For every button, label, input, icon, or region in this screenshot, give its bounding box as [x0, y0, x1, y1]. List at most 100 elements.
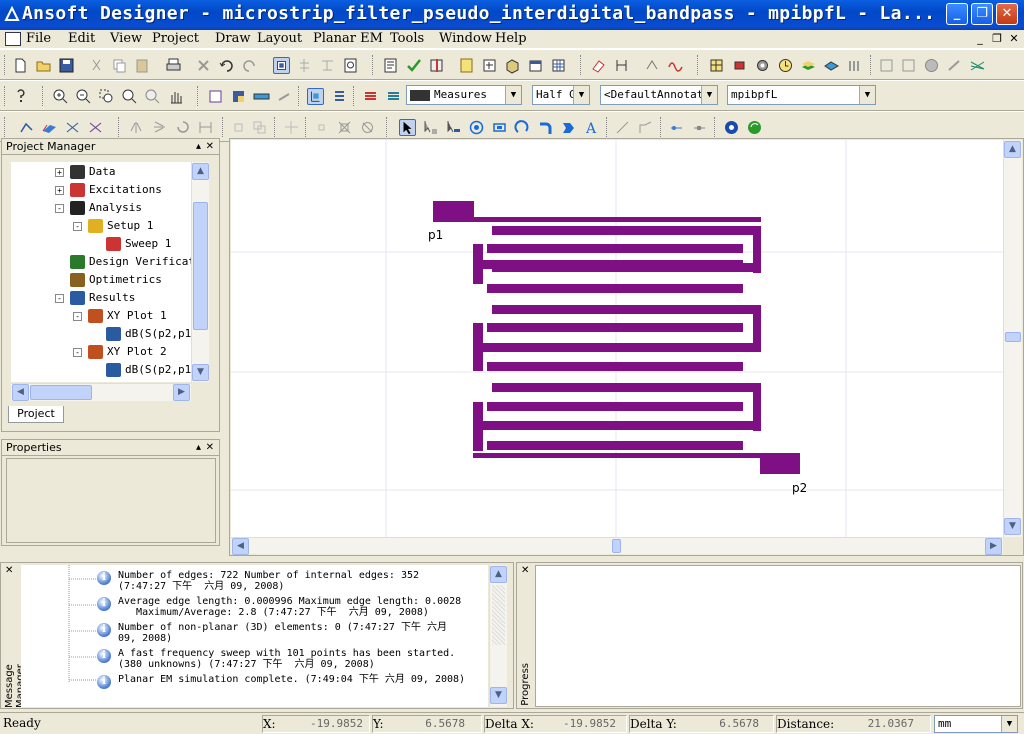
new-file-icon[interactable] — [12, 57, 29, 74]
snap-points-icon[interactable] — [283, 119, 300, 136]
scroll-left-icon[interactable]: ◀ — [12, 384, 29, 401]
square-icon[interactable] — [230, 119, 247, 136]
mesh-icon[interactable] — [969, 57, 986, 74]
pin-icon[interactable]: ▴ — [196, 139, 201, 154]
component-library-icon[interactable] — [708, 57, 725, 74]
arrow-tool-icon[interactable] — [276, 88, 293, 105]
select-edge-icon[interactable] — [445, 119, 462, 136]
microstrip-segment[interactable] — [473, 217, 761, 222]
delete-icon[interactable] — [195, 57, 212, 74]
scroll-down-icon[interactable]: ▼ — [1004, 518, 1021, 535]
align-icon[interactable] — [613, 57, 630, 74]
expand-icon[interactable]: + — [55, 185, 64, 195]
cut-icon[interactable] — [88, 57, 105, 74]
menu-layout[interactable]: Layout — [257, 31, 302, 46]
microstrip-segment[interactable] — [492, 383, 761, 392]
snap-select[interactable]: Half G ▼ — [532, 85, 590, 105]
recycle-icon[interactable] — [746, 119, 763, 136]
scroll-right-icon[interactable]: ▶ — [173, 384, 190, 401]
tree-item[interactable]: - XY Plot 2 — [73, 344, 167, 362]
collapse-icon[interactable]: - — [73, 347, 82, 357]
layout-window-icon[interactable] — [527, 57, 544, 74]
menu-draw[interactable]: Draw — [215, 31, 251, 46]
s-parameter-icon[interactable] — [878, 57, 895, 74]
rectangle-draw-icon[interactable] — [207, 88, 224, 105]
menu-project[interactable]: Project — [152, 31, 199, 46]
close-button[interactable]: ✕ — [996, 3, 1018, 25]
microstrip-segment[interactable] — [487, 441, 743, 450]
add-port-icon[interactable] — [18, 119, 35, 136]
layer-select[interactable]: Measures ▼ — [406, 85, 522, 105]
scroll-down-icon[interactable]: ▼ — [490, 687, 507, 704]
menu-planar-em[interactable]: Planar EM — [313, 31, 383, 46]
expand-icon[interactable]: + — [55, 167, 64, 177]
netlist-icon[interactable] — [342, 57, 359, 74]
select-mode-icon[interactable] — [273, 57, 290, 74]
zoom-area-icon[interactable] — [98, 88, 115, 105]
menu-window[interactable]: Window — [439, 31, 492, 46]
collapse-icon[interactable]: - — [73, 311, 82, 321]
annotation-select[interactable]: <DefaultAnnotati ▼ — [600, 85, 718, 105]
arc-draw-icon[interactable] — [514, 119, 531, 136]
solve-icon[interactable] — [723, 119, 740, 136]
component-icon[interactable] — [296, 57, 313, 74]
rotate-icon[interactable] — [174, 119, 191, 136]
canvas-horizontal-scrollbar[interactable]: ◀ ▶ — [231, 537, 1003, 555]
units-select[interactable]: mm ▼ — [934, 715, 1018, 733]
microstrip-segment[interactable] — [492, 305, 761, 314]
tree-horizontal-scrollbar[interactable]: ◀ ▶ — [11, 383, 191, 401]
undo-icon[interactable] — [218, 57, 235, 74]
microstrip-segment[interactable] — [492, 421, 761, 430]
menu-help[interactable]: Help — [495, 31, 527, 46]
flip-vertical-icon[interactable] — [151, 119, 168, 136]
menu-edit[interactable]: Edit — [68, 31, 95, 46]
layout-drawing[interactable]: p1 p2 — [231, 140, 1003, 537]
scroll-up-icon[interactable]: ▲ — [1004, 141, 1021, 158]
microstrip-segment[interactable] — [473, 453, 761, 458]
microstrip-segment[interactable] — [492, 263, 761, 272]
validate-icon[interactable] — [405, 57, 422, 74]
tree-item[interactable]: dB(S(p2,p1 — [91, 362, 191, 380]
ports-icon[interactable] — [846, 57, 863, 74]
wire-icon[interactable] — [691, 119, 708, 136]
menu-view[interactable]: View — [110, 31, 142, 46]
select-vertex-icon[interactable] — [422, 119, 439, 136]
print-icon[interactable] — [165, 57, 182, 74]
microstrip-segment[interactable] — [487, 402, 743, 411]
redo-icon[interactable] — [241, 57, 258, 74]
pan-hand-icon[interactable] — [167, 88, 184, 105]
tree-item[interactable]: - Setup 1 — [73, 218, 153, 236]
design-select[interactable]: mpibpfL ▼ — [727, 85, 876, 105]
maximize-button[interactable]: ❐ — [971, 3, 993, 25]
edge-port-icon[interactable] — [41, 119, 58, 136]
zoom-fit-icon[interactable] — [121, 88, 138, 105]
clock-icon[interactable] — [777, 57, 794, 74]
tree-item[interactable]: Sweep 1 — [91, 236, 171, 254]
polygon-draw-icon[interactable] — [560, 119, 577, 136]
grid-icon[interactable] — [550, 57, 567, 74]
substrate-icon[interactable] — [823, 57, 840, 74]
measure-ruler-icon[interactable] — [253, 88, 270, 105]
globe-icon[interactable] — [923, 57, 940, 74]
zoom-out-icon[interactable] — [75, 88, 92, 105]
probe-icon[interactable] — [946, 57, 963, 74]
microstrip-segment[interactable] — [487, 323, 743, 332]
microstrip-segment[interactable] — [487, 362, 743, 371]
message-item[interactable]: A fast frequency sweep with 101 points h… — [118, 648, 488, 670]
mirror-icon[interactable] — [644, 57, 661, 74]
scroll-thumb[interactable] — [612, 539, 621, 553]
close-panel-icon[interactable]: ✕ — [521, 565, 529, 576]
polyline-draw-icon[interactable] — [637, 119, 654, 136]
boolean-subtract-icon[interactable] — [336, 119, 353, 136]
paste-icon[interactable] — [134, 57, 151, 74]
schematic-icon[interactable] — [481, 57, 498, 74]
report-icon[interactable] — [382, 57, 399, 74]
layout-canvas[interactable]: p1 p2 — [231, 140, 1003, 537]
chip-icon[interactable] — [731, 57, 748, 74]
tree-item[interactable]: - Analysis — [55, 200, 142, 218]
scroll-thumb[interactable] — [1005, 332, 1021, 342]
layer-stack-icon[interactable] — [800, 57, 817, 74]
canvas-vertical-scrollbar[interactable]: ▲ ▼ — [1003, 140, 1022, 537]
sheet-icon[interactable] — [458, 57, 475, 74]
point-icon[interactable] — [313, 119, 330, 136]
